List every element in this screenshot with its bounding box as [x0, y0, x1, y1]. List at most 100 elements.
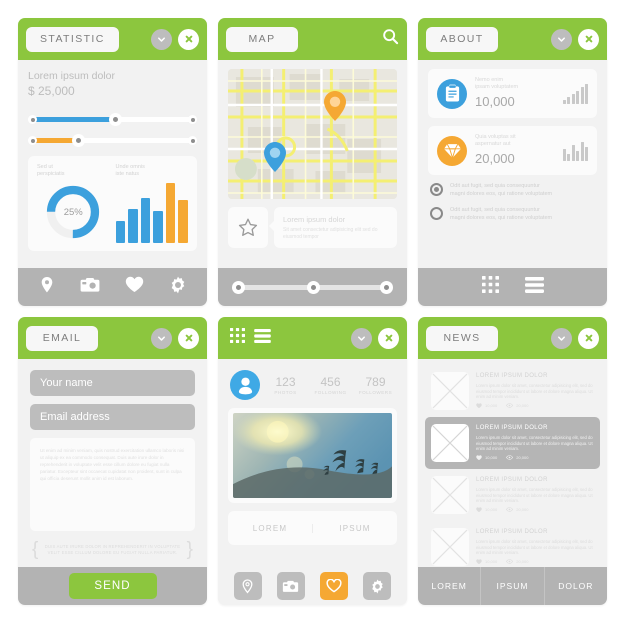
chevron-down-icon[interactable] — [351, 327, 372, 349]
stat-following[interactable]: 456 FOLLOWING — [311, 375, 350, 396]
brace-right-icon: } — [186, 539, 193, 560]
about-card-diamond[interactable]: Quia voluptas sit aspernatur aut 20,000 — [428, 126, 597, 175]
news-header: NEWS — [418, 317, 607, 359]
heart-icon[interactable] — [125, 276, 144, 298]
chevron-down-icon[interactable] — [151, 327, 172, 349]
bar — [115, 221, 126, 243]
news-list-item[interactable]: LOREM IPSUM DOLOR Lorem ipsum dolor sit … — [425, 365, 600, 417]
camera-icon[interactable] — [80, 277, 100, 298]
send-button[interactable]: SEND — [68, 573, 157, 599]
list-icon[interactable] — [524, 276, 544, 298]
name-field[interactable]: Your name — [30, 370, 195, 396]
eye-icon — [506, 507, 514, 512]
slider-blue[interactable] — [28, 113, 197, 126]
news-tab-ipsum[interactable]: IPSUM — [480, 567, 543, 605]
about-card-clipboard[interactable]: Nemo enim ipsam voluptatem 10,000 — [428, 69, 597, 118]
grid-icon[interactable] — [481, 276, 499, 298]
avatar[interactable] — [230, 370, 260, 400]
beach-sunset-photo[interactable] — [233, 413, 392, 498]
brace-left-icon: { — [32, 539, 39, 560]
news-list-item[interactable]: LOREM IPSUM DOLOR Lorem ipsum dolor sit … — [425, 521, 600, 567]
stat-number: 123 — [275, 374, 296, 389]
footer-step-slider[interactable] — [226, 280, 399, 294]
tab-ipsum[interactable]: IPSUM — [312, 523, 397, 533]
close-icon[interactable] — [178, 327, 199, 349]
news-list-item[interactable]: LOREM IPSUM DOLOR Lorem ipsum dolor sit … — [425, 469, 600, 521]
news-heading: LOREM IPSUM DOLOR — [476, 373, 548, 379]
list-icon[interactable] — [254, 328, 271, 348]
map-pin-orange[interactable] — [324, 91, 346, 121]
slider-orange[interactable] — [28, 134, 197, 147]
search-icon[interactable] — [382, 28, 399, 50]
grid-icon[interactable] — [230, 328, 245, 348]
slider-knob-mid[interactable] — [109, 113, 123, 126]
chevron-down-icon[interactable] — [551, 327, 572, 349]
star-icon[interactable] — [228, 207, 268, 248]
gear-icon[interactable] — [169, 276, 187, 299]
statistic-value: $ 25,000 — [28, 84, 75, 98]
message-textarea[interactable]: Ut enim ad minim veniam, quis nostrud ex… — [30, 438, 195, 531]
slider-knob-start[interactable] — [28, 136, 37, 145]
stat-followers[interactable]: 789 FOLLOWERS — [356, 375, 395, 396]
tab-lorem[interactable]: LOREM — [228, 524, 312, 533]
step-knob-3[interactable] — [380, 280, 393, 294]
news-tab-lorem[interactable]: LOREM — [418, 567, 480, 605]
chevron-down-icon[interactable] — [551, 28, 572, 50]
heart-icon[interactable] — [320, 572, 349, 600]
stat-label: FOLLOWERS — [358, 389, 393, 395]
slider-knob-mid[interactable] — [71, 134, 85, 147]
bar-label-line1: Unde omnis — [115, 164, 145, 170]
stat-number: 789 — [365, 374, 386, 389]
views-count: 20,000 — [516, 507, 529, 513]
news-heading: LOREM IPSUM DOLOR — [476, 529, 548, 535]
placeholder-image-icon — [431, 424, 469, 462]
camera-icon[interactable] — [276, 572, 305, 600]
slider-knob-end[interactable] — [188, 136, 197, 145]
radio-icon-selected[interactable] — [430, 183, 443, 196]
email-title: EMAIL — [26, 325, 98, 351]
pin-icon[interactable] — [39, 276, 55, 299]
radio-text-line1: Odit aut fugit, sed quia consequuntur — [450, 183, 540, 189]
placeholder-image-icon — [431, 372, 469, 410]
stat-label: PHOTOS — [274, 389, 297, 395]
header-actions — [151, 28, 199, 50]
bar-chart-bars — [115, 181, 189, 243]
radio-option-1[interactable]: Odit aut fugit, sed quia consequuntur ma… — [428, 183, 597, 198]
news-text: Lorem ipsum dolor sit amet, consectetur … — [476, 383, 593, 400]
radio-icon[interactable] — [430, 207, 443, 220]
about-header: ABOUT — [418, 18, 607, 60]
close-icon[interactable] — [578, 327, 599, 349]
about-number: 20,000 — [475, 151, 515, 166]
clipboard-icon — [437, 78, 467, 109]
step-knob-2[interactable] — [306, 280, 320, 294]
close-icon[interactable] — [178, 28, 199, 50]
about-sub-line2: aspernatur aut — [475, 141, 511, 147]
screen-map: MAP Lorem ipsum dolor Sit amet consectet… — [218, 18, 407, 306]
step-knob-1[interactable] — [232, 280, 245, 294]
email-body: Your name Email address Ut enim ad minim… — [18, 359, 207, 567]
radio-text-line2: magni dolores eos, qui ratione voluptate… — [450, 190, 553, 197]
radio-text-line2: magni dolores eos, qui ratione voluptate… — [450, 214, 553, 221]
bar-chart: Unde omnis iste natus — [115, 164, 189, 243]
news-tab-dolor[interactable]: DOLOR — [543, 567, 607, 605]
map-canvas[interactable] — [228, 69, 397, 199]
stat-photos[interactable]: 123 PHOTOS — [266, 375, 305, 396]
radio-option-2[interactable]: Odit aut fugit, sed quia consequuntur ma… — [428, 207, 597, 222]
stat-number: 456 — [320, 374, 341, 389]
slider-knob-start[interactable] — [28, 115, 37, 124]
news-list-item-selected[interactable]: LOREM IPSUM DOLOR Lorem ipsum dolor sit … — [425, 417, 600, 469]
slider-fill-blue — [31, 117, 116, 122]
about-number: 10,000 — [475, 94, 515, 109]
gear-icon[interactable] — [363, 572, 392, 600]
eye-icon — [506, 403, 514, 408]
stat-label: FOLLOWING — [314, 389, 347, 395]
email-field[interactable]: Email address — [30, 404, 195, 430]
map-pin-blue[interactable] — [264, 142, 286, 172]
pin-icon[interactable] — [233, 572, 262, 600]
map-info-bubble[interactable]: Lorem ipsum dolor Sit amet consectetur a… — [269, 207, 397, 248]
slider-knob-end[interactable] — [188, 115, 197, 124]
close-icon[interactable] — [378, 327, 399, 349]
close-icon[interactable] — [578, 28, 599, 50]
bubble-text: Sit amet consectetur adipisicing elit se… — [283, 227, 378, 240]
chevron-down-icon[interactable] — [151, 28, 172, 50]
